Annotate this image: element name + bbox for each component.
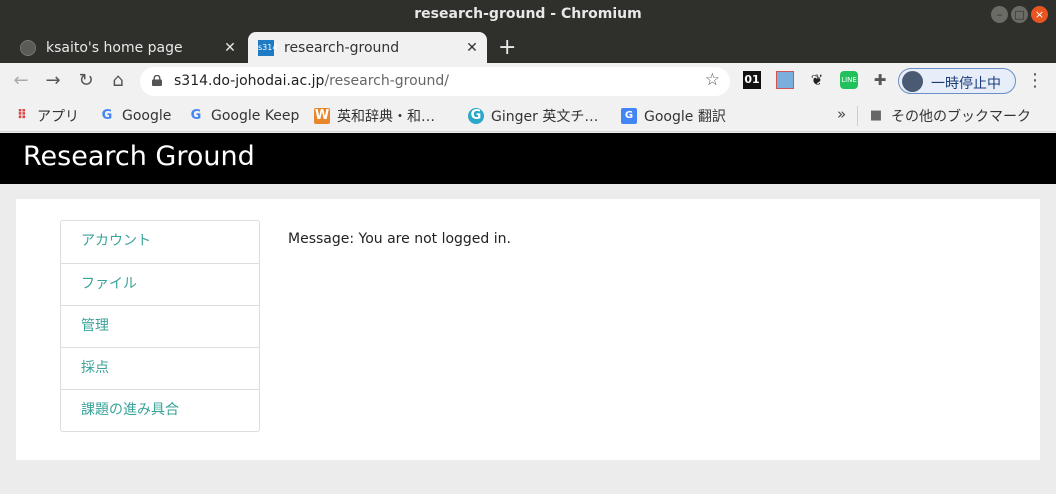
- tab-label: ksaito's home page: [46, 39, 183, 56]
- reload-icon[interactable]: ↻: [75, 70, 97, 92]
- bookmark-ginger[interactable]: G Ginger 英文チ…: [468, 106, 598, 126]
- bookmark-google[interactable]: G Google: [99, 106, 172, 126]
- browser-toolbar: ← → ↻ ⌂ s314.do-johodai.ac.jp/research-g…: [0, 63, 1056, 100]
- extension-gimp-icon[interactable]: ❦: [808, 71, 826, 89]
- side-navigation: アカウント ファイル 管理 採点 課題の進み具合: [60, 220, 260, 432]
- globe-icon: [20, 39, 36, 56]
- nav-item-files[interactable]: ファイル: [61, 263, 259, 305]
- bookmarks-overflow-icon[interactable]: »: [837, 105, 846, 123]
- bookmark-google-keep[interactable]: G Google Keep: [188, 106, 300, 126]
- bookmarks-divider: [857, 106, 858, 126]
- content-panel: アカウント ファイル 管理 採点 課題の進み具合 Message: You ar…: [16, 199, 1040, 460]
- close-window-button[interactable]: ×: [1031, 6, 1048, 23]
- bookmark-label: Google Keep: [211, 108, 300, 124]
- bookmark-label: その他のブックマーク: [891, 109, 1031, 125]
- close-tab-icon[interactable]: ✕: [219, 40, 241, 56]
- status-message: Message: You are not logged in.: [288, 231, 511, 247]
- chrome-menu-icon[interactable]: ⋮: [1026, 70, 1044, 91]
- google-icon: G: [101, 108, 113, 123]
- ginger-icon: G: [468, 108, 484, 124]
- tab-research-ground[interactable]: s314 research-ground ✕: [248, 32, 487, 63]
- bookmark-label: 英和辞典・和…: [337, 109, 435, 125]
- bookmark-label: Google: [122, 108, 172, 124]
- nav-item-grading[interactable]: 採点: [61, 347, 259, 389]
- site-favicon-icon: s314: [258, 39, 277, 56]
- bookmark-google-translate[interactable]: G Google 翻訳: [621, 106, 726, 126]
- profile-button[interactable]: 一時停止中: [898, 68, 1016, 94]
- bookmark-star-icon[interactable]: ☆: [705, 70, 720, 90]
- extension-01-icon[interactable]: 01: [743, 71, 761, 89]
- close-tab-icon[interactable]: ✕: [461, 40, 483, 56]
- url-path: /research-ground/: [324, 73, 450, 89]
- bookmark-label: Google 翻訳: [644, 109, 726, 125]
- address-bar[interactable]: s314.do-johodai.ac.jp/research-ground/ ☆: [140, 67, 730, 96]
- forward-icon[interactable]: →: [42, 70, 64, 92]
- minimize-button[interactable]: –: [991, 6, 1008, 23]
- nav-item-admin[interactable]: 管理: [61, 305, 259, 347]
- window-title: research-ground - Chromium: [414, 6, 642, 22]
- tab-ksaito-home[interactable]: ksaito's home page ✕: [10, 32, 245, 63]
- avatar: [902, 71, 923, 92]
- tab-strip: ksaito's home page ✕ s314 research-groun…: [0, 30, 1056, 63]
- bookmark-label: アプリ: [37, 109, 79, 125]
- url-text: s314.do-johodai.ac.jp/research-ground/: [174, 73, 449, 89]
- apps-grid-icon: ⠿: [16, 108, 28, 123]
- weblio-icon: W: [314, 108, 330, 124]
- google-translate-icon: G: [621, 108, 637, 124]
- back-icon[interactable]: ←: [10, 70, 32, 92]
- extension-image-icon[interactable]: [776, 71, 794, 89]
- maximize-button[interactable]: □: [1011, 6, 1028, 23]
- nav-item-account[interactable]: アカウント: [61, 221, 259, 263]
- line-icon[interactable]: LINE: [840, 71, 858, 89]
- url-host: s314.do-johodai.ac.jp: [174, 73, 325, 89]
- tab-label: research-ground: [284, 39, 400, 56]
- extensions-puzzle-icon[interactable]: ✚: [871, 71, 889, 89]
- bookmarks-bar: ⠿ アプリ G Google G Google Keep W 英和辞典・和… G…: [0, 100, 1056, 132]
- bookmark-label: Ginger 英文チ…: [491, 109, 599, 125]
- bookmark-eiwa[interactable]: W 英和辞典・和…: [314, 106, 435, 126]
- window-titlebar: research-ground - Chromium – □ ×: [0, 0, 1056, 30]
- new-tab-icon[interactable]: +: [498, 35, 516, 60]
- site-header: Research Ground: [0, 133, 1056, 184]
- home-icon[interactable]: ⌂: [107, 70, 129, 92]
- google-icon: G: [190, 108, 202, 123]
- bookmark-other-folder[interactable]: ■ その他のブックマーク: [868, 106, 1031, 126]
- bookmark-apps[interactable]: ⠿ アプリ: [14, 106, 79, 126]
- folder-icon: ■: [869, 108, 883, 123]
- lock-icon: [152, 75, 162, 86]
- nav-item-progress[interactable]: 課題の進み具合: [61, 389, 259, 431]
- profile-status-label: 一時停止中: [931, 76, 1001, 92]
- site-title[interactable]: Research Ground: [23, 141, 255, 172]
